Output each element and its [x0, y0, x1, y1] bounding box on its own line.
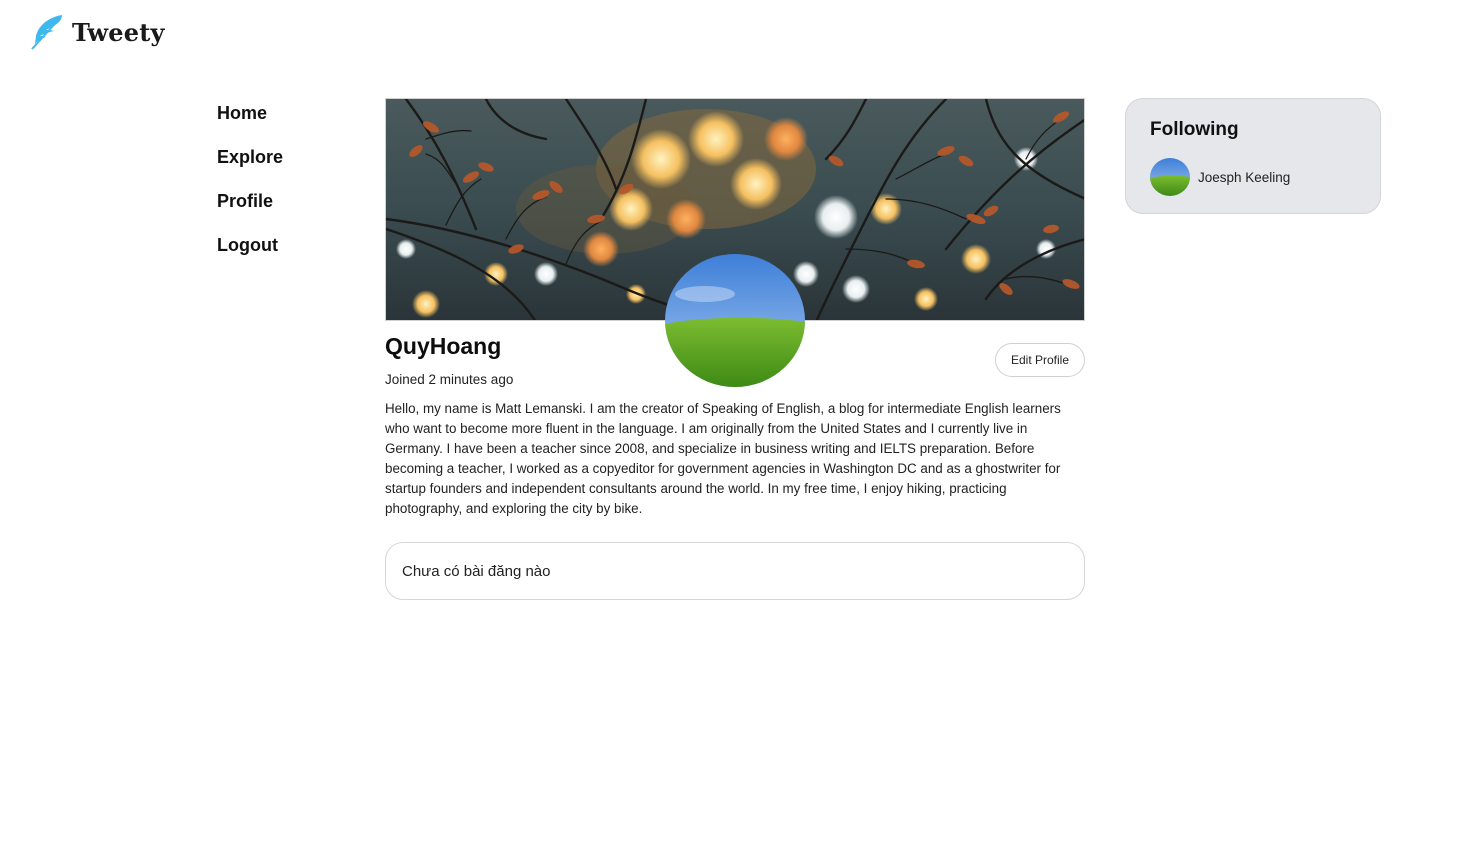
following-user-name: Joesph Keeling	[1198, 169, 1291, 185]
profile-bio: Hello, my name is Matt Lemanski. I am th…	[385, 401, 1061, 516]
posts-empty-text: Chưa có bài đăng nào	[402, 562, 551, 580]
posts-empty-state: Chưa có bài đăng nào	[385, 542, 1085, 600]
nav-item-explore[interactable]: Explore	[217, 144, 283, 188]
profile-main: QuyHoang Joined 2 minutes ago Edit Profi…	[385, 98, 1085, 600]
following-user-item[interactable]: Joesph Keeling	[1150, 158, 1356, 196]
profile-username: QuyHoang	[385, 333, 502, 359]
following-panel: Following Joesph Keeling	[1125, 98, 1381, 214]
feather-icon	[31, 15, 62, 50]
following-user-avatar	[1150, 158, 1190, 196]
profile-joined-date: Joined 2 minutes ago	[385, 372, 514, 387]
app-logo[interactable]: Tweety	[30, 14, 165, 50]
sidebar-nav: Home Explore Profile Logout	[217, 100, 283, 276]
app-name: Tweety	[72, 17, 165, 47]
following-title: Following	[1150, 119, 1239, 140]
nav-item-profile[interactable]: Profile	[217, 188, 283, 232]
profile-avatar	[665, 254, 805, 387]
nav-item-logout[interactable]: Logout	[217, 232, 283, 276]
nav-item-home[interactable]: Home	[217, 100, 283, 144]
edit-profile-button[interactable]: Edit Profile	[995, 343, 1085, 377]
